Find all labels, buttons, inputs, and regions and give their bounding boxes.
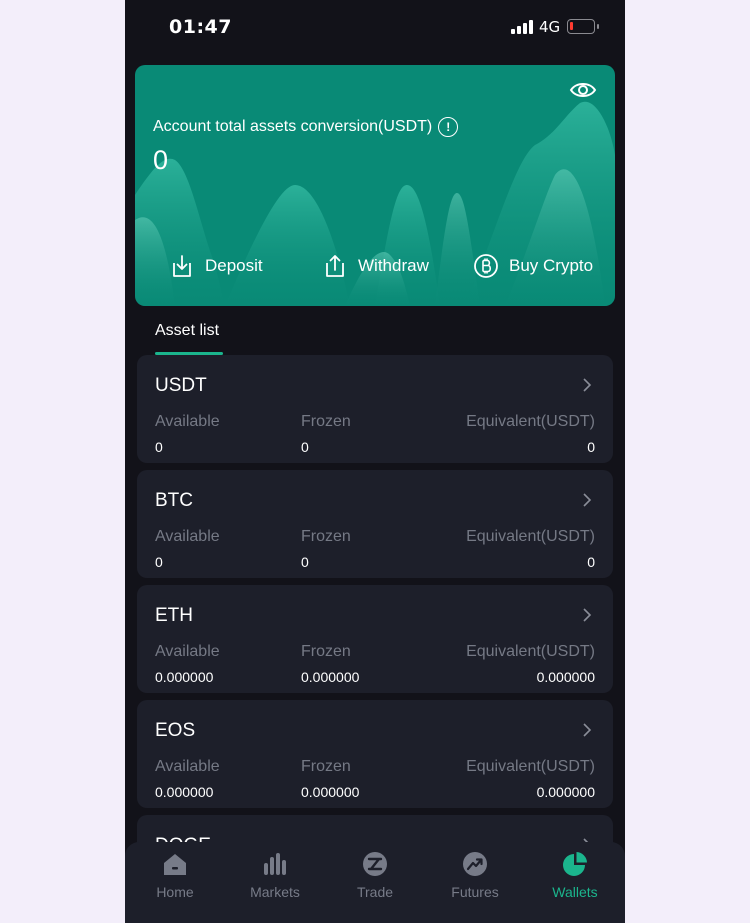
equivalent-value: 0 bbox=[587, 554, 595, 570]
nav-markets[interactable]: Markets bbox=[225, 850, 325, 900]
available-value: 0.000000 bbox=[155, 669, 214, 685]
chevron-right-icon[interactable] bbox=[581, 492, 593, 508]
available-label: Available bbox=[155, 643, 220, 660]
buy-crypto-label: Buy Crypto bbox=[509, 256, 594, 275]
total-assets-value: 0 bbox=[153, 145, 169, 175]
frozen-label: Frozen bbox=[301, 758, 351, 775]
eye-icon[interactable] bbox=[569, 79, 597, 101]
chevron-right-icon[interactable] bbox=[581, 607, 593, 623]
info-icon[interactable]: ! bbox=[438, 117, 459, 137]
asset-name: USDT bbox=[155, 375, 207, 396]
asset-name: BTC bbox=[155, 490, 193, 511]
asset-card[interactable]: BTC Available Frozen Equivalent(USDT) 0 0 0 bbox=[137, 470, 613, 578]
deposit-button[interactable]: Deposit bbox=[169, 253, 263, 279]
asset-name: EOS bbox=[155, 720, 196, 741]
network-type: 4G bbox=[539, 18, 561, 36]
nav-markets-label: Markets bbox=[250, 884, 300, 900]
available-value: 0 bbox=[155, 554, 163, 570]
status-bar: 01:47 4G bbox=[125, 0, 625, 56]
asset-card[interactable]: ETH Available Frozen Equivalent(USDT) 0.0000… bbox=[137, 585, 613, 693]
status-time: 01:47 bbox=[169, 16, 232, 38]
chevron-right-icon[interactable] bbox=[581, 377, 593, 393]
tab-asset-list[interactable]: Asset list bbox=[155, 322, 219, 340]
markets-icon bbox=[264, 853, 286, 875]
frozen-label: Frozen bbox=[301, 413, 351, 430]
nav-futures[interactable]: Futures bbox=[425, 850, 525, 900]
buy-crypto-button[interactable]: Buy Crypto bbox=[473, 253, 593, 279]
frozen-label: Frozen bbox=[301, 643, 351, 660]
nav-home[interactable]: Home bbox=[125, 850, 225, 900]
nav-trade[interactable]: Trade bbox=[325, 850, 425, 900]
futures-icon bbox=[463, 852, 487, 876]
nav-wallets-label: Wallets bbox=[552, 884, 598, 900]
available-label: Available bbox=[155, 758, 220, 775]
total-assets-label: Account total assets conversion(USDT) ! bbox=[153, 117, 459, 137]
total-assets-card: Account total assets conversion(USDT) ! … bbox=[135, 65, 615, 306]
frozen-value: 0.000000 bbox=[301, 669, 360, 685]
deposit-label: Deposit bbox=[205, 256, 263, 275]
frozen-value: 0 bbox=[301, 439, 309, 455]
frozen-value: 0 bbox=[301, 554, 309, 570]
equivalent-label: Equivalent(USDT) bbox=[466, 528, 595, 545]
phone-screen: 01:47 4G Account total assets conversion… bbox=[125, 0, 625, 923]
available-value: 0 bbox=[155, 439, 163, 455]
nav-futures-label: Futures bbox=[451, 884, 499, 900]
nav-trade-label: Trade bbox=[356, 884, 394, 900]
signal-icon bbox=[511, 20, 533, 34]
equivalent-value: 0.000000 bbox=[536, 669, 595, 685]
home-icon bbox=[164, 854, 186, 875]
bottom-nav: Home Markets Trade Futures Wallets bbox=[125, 842, 625, 923]
deposit-icon bbox=[173, 255, 191, 277]
equivalent-label: Equivalent(USDT) bbox=[466, 758, 595, 775]
battery-icon bbox=[567, 19, 599, 34]
available-value: 0.000000 bbox=[155, 784, 214, 800]
asset-card[interactable]: EOS Available Frozen Equivalent(USDT) 0.0000… bbox=[137, 700, 613, 808]
hero-actions: Deposit Withdraw Buy Crypto bbox=[135, 253, 615, 283]
withdraw-icon bbox=[326, 255, 344, 277]
equivalent-value: 0 bbox=[587, 439, 595, 455]
asset-name: ETH bbox=[155, 605, 193, 626]
equivalent-value: 0.000000 bbox=[536, 784, 595, 800]
bitcoin-icon bbox=[474, 254, 498, 278]
available-label: Available bbox=[155, 413, 220, 430]
asset-card[interactable]: USDT Available Frozen Equivalent(USDT) 0 0 0 bbox=[137, 355, 613, 463]
nav-home-label: Home bbox=[156, 884, 194, 900]
equivalent-label: Equivalent(USDT) bbox=[466, 413, 595, 430]
trade-icon bbox=[363, 852, 387, 876]
total-assets-label-text: Account total assets conversion(USDT) bbox=[153, 118, 433, 135]
chevron-right-icon[interactable] bbox=[581, 722, 593, 738]
frozen-label: Frozen bbox=[301, 528, 351, 545]
wallet-icon bbox=[563, 852, 587, 876]
withdraw-label: Withdraw bbox=[358, 256, 429, 275]
equivalent-label: Equivalent(USDT) bbox=[466, 643, 595, 660]
withdraw-button[interactable]: Withdraw bbox=[322, 253, 429, 279]
frozen-value: 0.000000 bbox=[301, 784, 360, 800]
nav-wallets[interactable]: Wallets bbox=[525, 850, 625, 900]
available-label: Available bbox=[155, 528, 220, 545]
